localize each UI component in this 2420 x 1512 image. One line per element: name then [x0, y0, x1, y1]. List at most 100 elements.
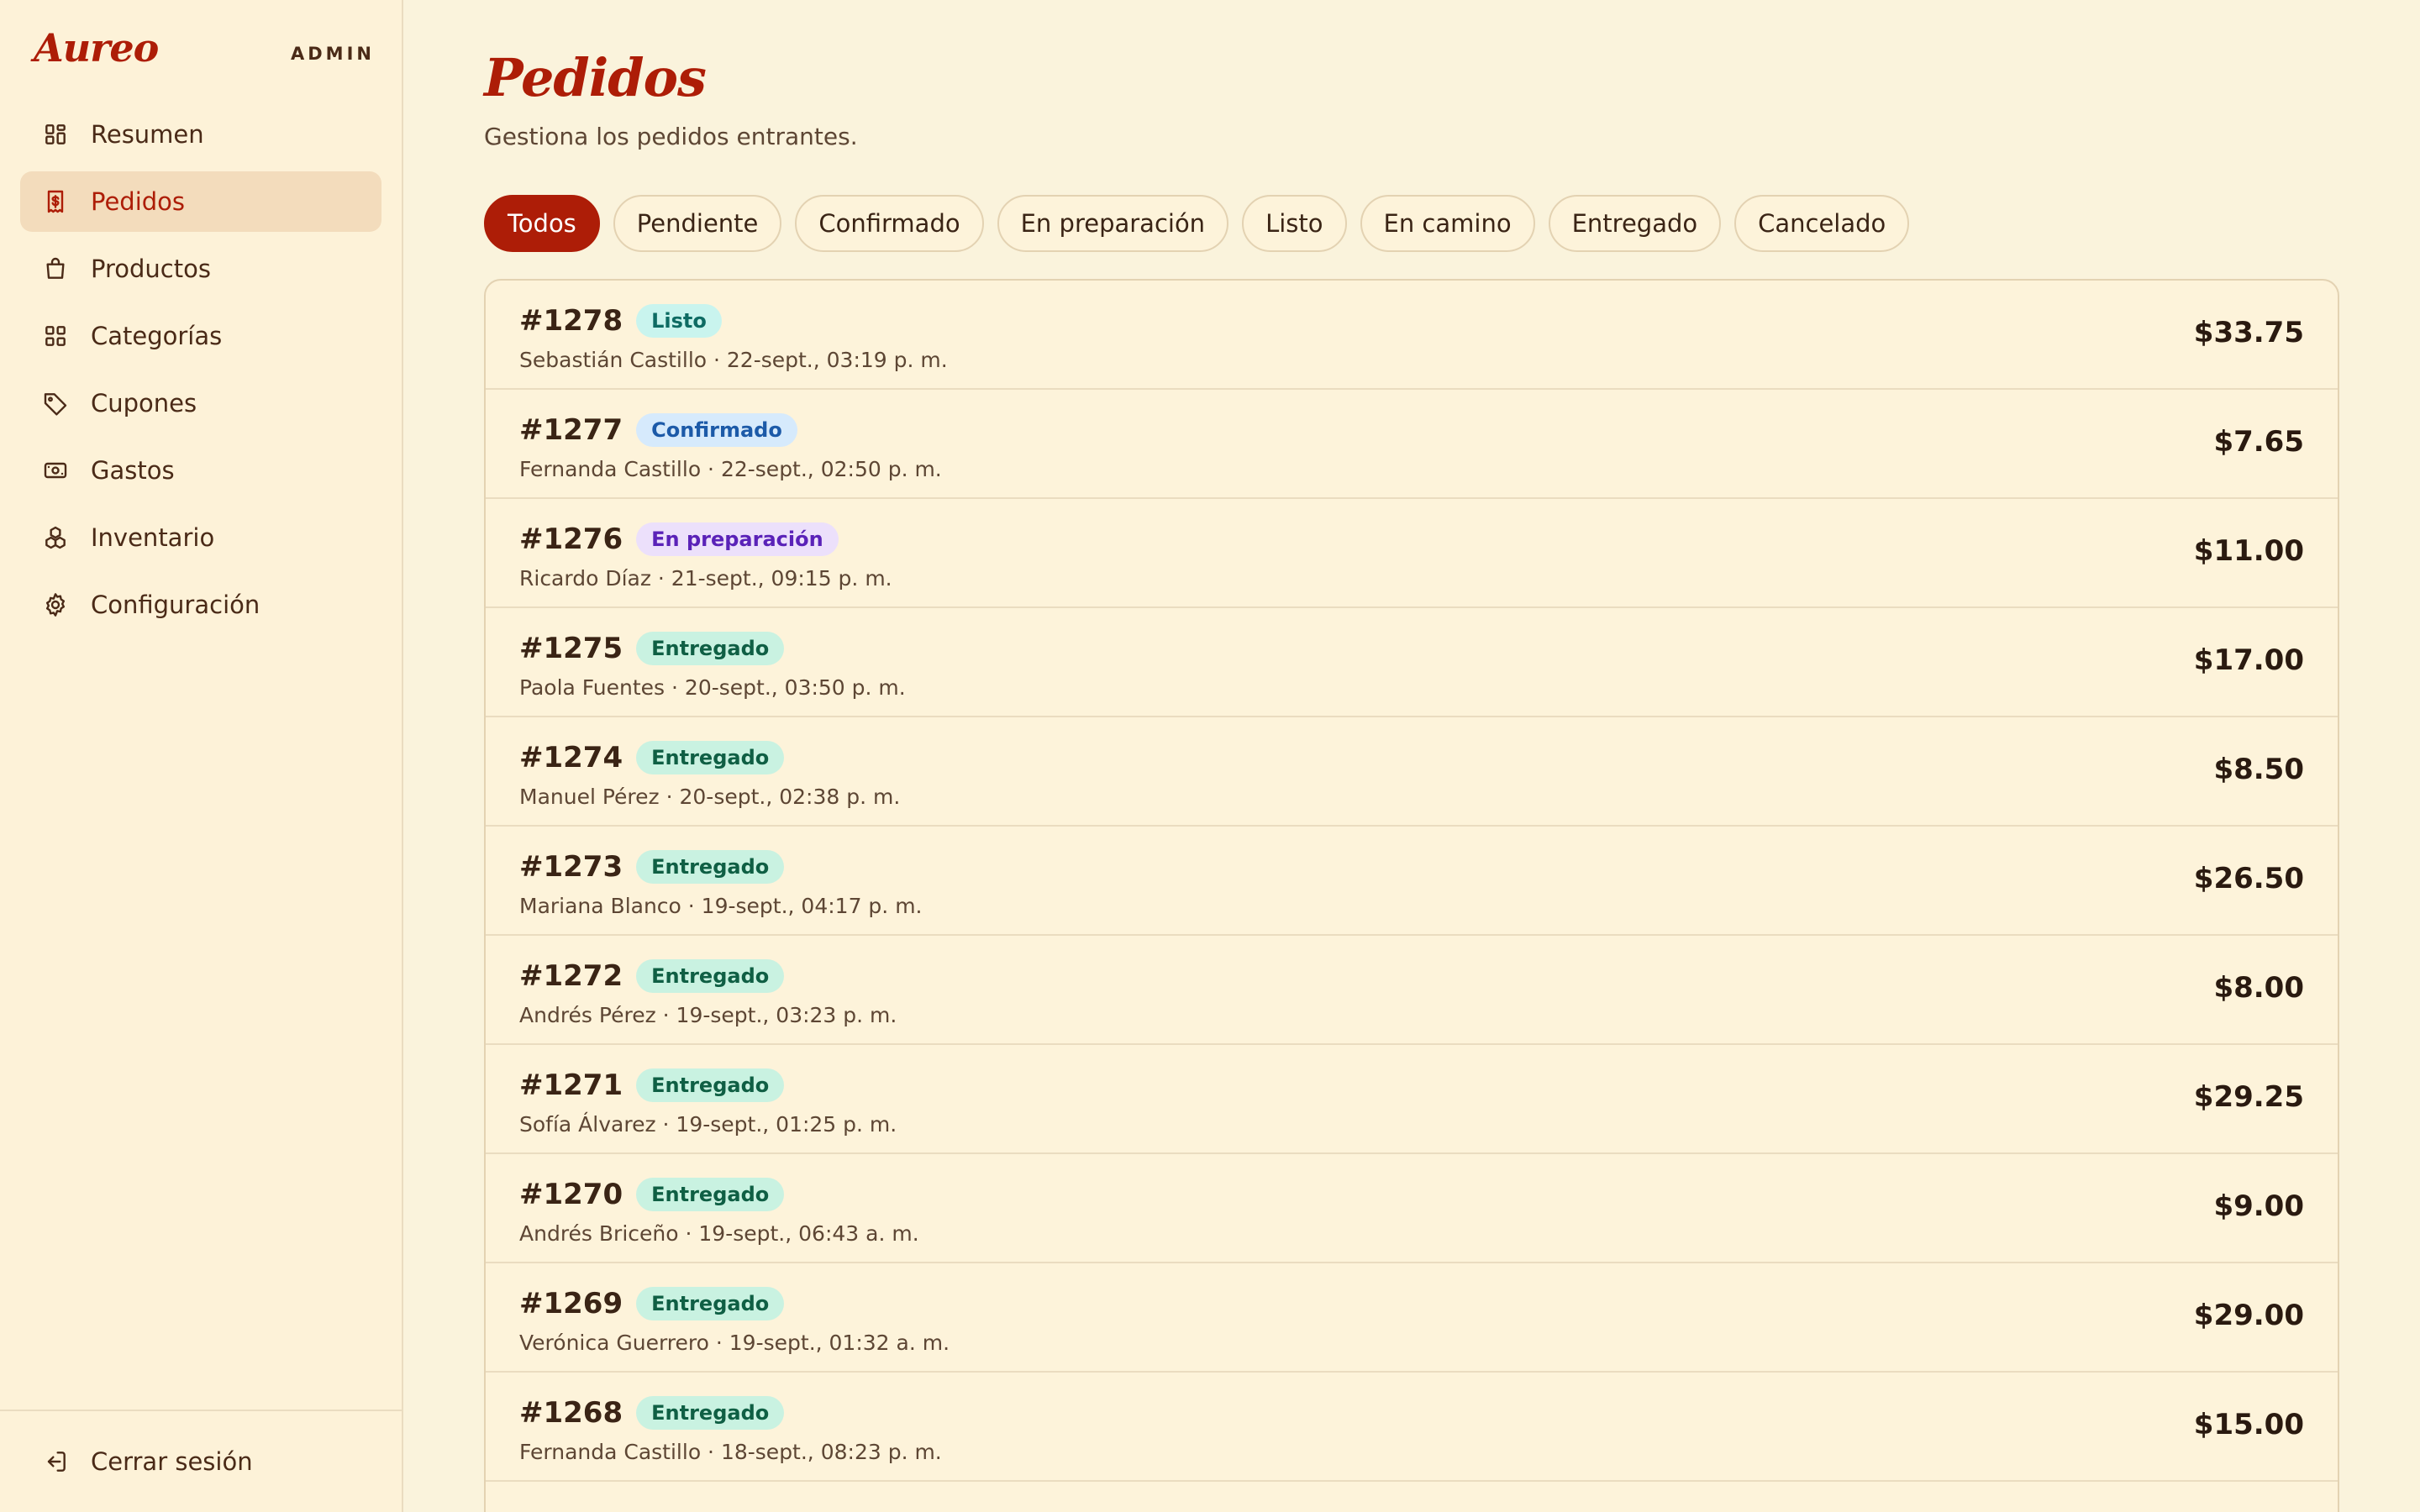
sidebar-nav: Resumen Pedidos Productos Categorías Cupones…	[20, 104, 381, 642]
filter-chip-listo[interactable]: Listo	[1242, 195, 1347, 252]
sidebar-item-label: Configuración	[91, 591, 260, 619]
status-badge: Listo	[636, 304, 722, 338]
order-customer-date: Sebastián Castillo · 22-sept., 03:19 p. …	[519, 348, 948, 372]
order-header: #1268 Entregado	[519, 1396, 785, 1430]
sidebar-item-inventario[interactable]: Inventario	[20, 507, 381, 568]
order-id: #1276	[519, 522, 623, 556]
sidebar-item-label: Resumen	[91, 120, 204, 149]
status-badge: Entregado	[636, 1396, 785, 1430]
order-header: #1272 Entregado	[519, 959, 785, 993]
order-header: #1278 Listo	[519, 304, 722, 338]
filter-chip-entregado[interactable]: Entregado	[1548, 195, 1722, 252]
sidebar-item-gastos[interactable]: Gastos	[20, 440, 381, 501]
order-id: #1272	[519, 959, 623, 993]
tag-icon	[42, 390, 69, 417]
page-title: Pedidos	[484, 47, 707, 108]
order-row[interactable]: #1276 En preparación Ricardo Díaz · 21-sep…	[486, 499, 2338, 608]
order-customer-date: Andrés Briceño · 19-sept., 06:43 a. m.	[519, 1221, 919, 1246]
sidebar-item-label: Cupones	[91, 389, 197, 417]
logout-button[interactable]: Cerrar sesión	[42, 1445, 253, 1478]
order-id: #1278	[519, 304, 623, 338]
status-badge: Entregado	[636, 1178, 785, 1211]
order-customer-date: Sofía Álvarez · 19-sept., 01:25 p. m.	[519, 1112, 897, 1137]
filter-chip-en-camino[interactable]: En camino	[1360, 195, 1535, 252]
sidebar-item-categorias[interactable]: Categorías	[20, 306, 381, 366]
status-filter-bar: Todos Pendiente Confirmado En preparación Li…	[484, 195, 1910, 252]
order-header: #1270 Entregado	[519, 1178, 785, 1211]
filter-chip-confirmado[interactable]: Confirmado	[795, 195, 984, 252]
page-subtitle: Gestiona los pedidos entrantes.	[484, 123, 858, 150]
order-header: #1271 Entregado	[519, 1068, 785, 1102]
boxes-icon	[42, 524, 69, 551]
order-total: $26.50	[2193, 862, 2304, 895]
logout-label: Cerrar sesión	[91, 1447, 253, 1476]
order-customer-date: Ricardo Díaz · 21-sept., 09:15 p. m.	[519, 566, 892, 591]
order-row[interactable]: #1269 Entregado Verónica Guerrero · 19-sep…	[486, 1263, 2338, 1373]
status-badge: Entregado	[636, 1068, 785, 1102]
order-id: #1271	[519, 1068, 623, 1102]
order-row[interactable]: #1268 Entregado Fernanda Castillo · 18-sep…	[486, 1373, 2338, 1482]
order-id: #1268	[519, 1396, 623, 1430]
sidebar-footer: Cerrar sesión	[0, 1410, 402, 1512]
order-customer-date: Fernanda Castillo · 18-sept., 08:23 p. m…	[519, 1440, 942, 1464]
order-row[interactable]: #1275 Entregado Paola Fuentes · 20-sept., …	[486, 608, 2338, 717]
bag-icon	[42, 255, 69, 282]
banknote-icon	[42, 457, 69, 484]
order-total: $8.50	[2213, 753, 2304, 786]
sidebar-item-label: Productos	[91, 255, 211, 283]
order-id: #1269	[519, 1287, 623, 1320]
order-row[interactable]: #1274 Entregado Manuel Pérez · 20-sept., 0…	[486, 717, 2338, 827]
sidebar-item-configuracion[interactable]: Configuración	[20, 575, 381, 635]
status-badge: Entregado	[636, 850, 785, 884]
order-id: #1270	[519, 1178, 623, 1211]
order-row[interactable]: #1278 Listo Sebastián Castillo · 22-sept.,…	[486, 281, 2338, 390]
status-badge: Entregado	[636, 1287, 785, 1320]
order-customer-date: Paola Fuentes · 20-sept., 03:50 p. m.	[519, 675, 906, 700]
order-total: $29.00	[2193, 1299, 2304, 1332]
filter-chip-pendiente[interactable]: Pendiente	[613, 195, 782, 252]
order-header: #1275 Entregado	[519, 632, 785, 665]
order-total: $8.00	[2213, 971, 2304, 1005]
filter-chip-en-preparacion[interactable]: En preparación	[997, 195, 1229, 252]
filter-chip-todos[interactable]: Todos	[484, 195, 600, 252]
order-customer-date: Mariana Blanco · 19-sept., 04:17 p. m.	[519, 894, 923, 918]
order-row[interactable]: #1273 Entregado Mariana Blanco · 19-sept.,…	[486, 827, 2338, 936]
status-badge: Entregado	[636, 959, 785, 993]
dashboard-icon	[42, 121, 69, 148]
order-header: #1274 Entregado	[519, 741, 785, 774]
order-header: #1269 Entregado	[519, 1287, 785, 1320]
orders-list: #1278 Listo Sebastián Castillo · 22-sept.,…	[484, 279, 2339, 1512]
status-badge: Confirmado	[636, 413, 797, 447]
brand-logo[interactable]: Aureo	[34, 25, 159, 71]
status-badge: En preparación	[636, 522, 839, 556]
sidebar-item-label: Gastos	[91, 456, 175, 485]
status-badge: Entregado	[636, 632, 785, 665]
order-id: #1277	[519, 413, 623, 447]
logout-icon	[42, 1448, 69, 1475]
order-total: $9.00	[2213, 1189, 2304, 1223]
order-total: $33.75	[2193, 316, 2304, 349]
sidebar-item-resumen[interactable]: Resumen	[20, 104, 381, 165]
order-id: #1274	[519, 741, 623, 774]
order-id: #1275	[519, 632, 623, 665]
order-row[interactable]: #1277 Confirmado Fernanda Castillo · 22-se…	[486, 390, 2338, 499]
sidebar-item-pedidos[interactable]: Pedidos	[20, 171, 381, 232]
order-customer-date: Manuel Pérez · 20-sept., 02:38 p. m.	[519, 785, 901, 809]
filter-chip-cancelado[interactable]: Cancelado	[1734, 195, 1910, 252]
order-row[interactable]: #1272 Entregado Andrés Pérez · 19-sept., 0…	[486, 936, 2338, 1045]
order-row[interactable]: #1270 Entregado Andrés Briceño · 19-sept.,…	[486, 1154, 2338, 1263]
status-badge: Entregado	[636, 741, 785, 774]
order-total: $15.00	[2193, 1408, 2304, 1441]
order-customer-date: Fernanda Castillo · 22-sept., 02:50 p. m…	[519, 457, 942, 481]
sidebar-item-label: Categorías	[91, 322, 223, 350]
order-header: #1276 En preparación	[519, 522, 839, 556]
order-customer-date: Andrés Pérez · 19-sept., 03:23 p. m.	[519, 1003, 897, 1027]
gear-icon	[42, 591, 69, 618]
order-id: #1273	[519, 850, 623, 884]
sidebar: Aureo ADMIN Resumen Pedidos Productos Categ…	[0, 0, 403, 1512]
sidebar-item-cupones[interactable]: Cupones	[20, 373, 381, 433]
order-header: #1277 Confirmado	[519, 413, 797, 447]
order-row[interactable]: #1271 Entregado Sofía Álvarez · 19-sept., …	[486, 1045, 2338, 1154]
sidebar-item-productos[interactable]: Productos	[20, 239, 381, 299]
sidebar-item-label: Pedidos	[91, 187, 186, 216]
